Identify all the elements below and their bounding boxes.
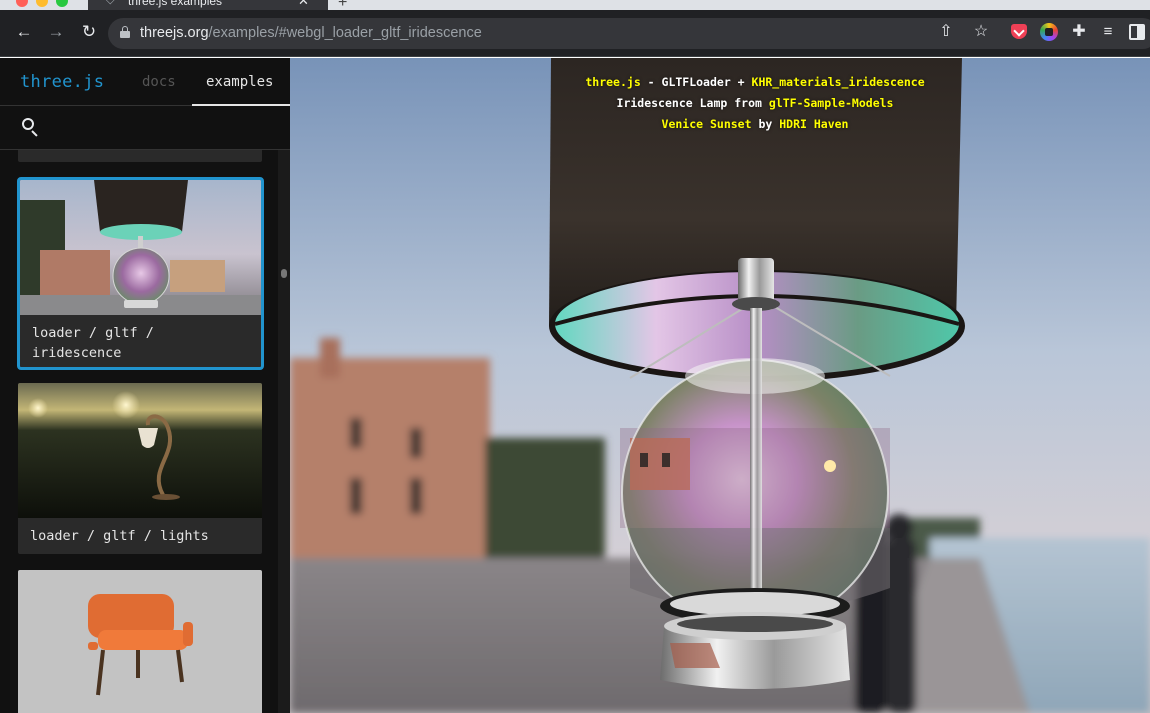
- search-row[interactable]: [0, 106, 290, 150]
- thumbnail-chair: [18, 570, 262, 713]
- venice-sunset-link[interactable]: Venice Sunset: [662, 117, 752, 131]
- threejs-link[interactable]: three.js: [585, 75, 640, 89]
- sample-models-link[interactable]: glTF-Sample-Models: [769, 96, 894, 110]
- zoom-window-button[interactable]: [56, 0, 68, 7]
- favicon-icon: ◇: [106, 0, 115, 6]
- nav-docs[interactable]: docs: [142, 74, 176, 90]
- 3d-viewport[interactable]: three.js - GLTFLoader + KHR_materials_ir…: [290, 58, 1150, 713]
- new-tab-button[interactable]: +: [338, 0, 347, 10]
- url-text[interactable]: threejs.org/examples/#webgl_loader_gltf_…: [140, 25, 482, 41]
- reload-icon[interactable]: ↻: [78, 22, 100, 42]
- browser-tab[interactable]: ◇ three.js examples ✕: [88, 0, 328, 10]
- sidebar-nav: three.js docs examples: [0, 58, 290, 106]
- lock-icon[interactable]: [120, 26, 130, 38]
- info-text: - GLTFLoader +: [640, 75, 752, 89]
- side-panel-icon[interactable]: [1129, 24, 1145, 40]
- list-item[interactable]: [18, 150, 262, 162]
- page: three.js docs examples loader / gltf / i…: [0, 58, 1150, 713]
- browser-toolbar: ← → ↻ threejs.org/examples/#webgl_loader…: [0, 10, 1150, 57]
- thumbnail-iridescence: [20, 180, 261, 315]
- khr-extension-link[interactable]: KHR_materials_iridescence: [752, 75, 925, 89]
- search-icon[interactable]: [22, 118, 40, 137]
- sidebar: three.js docs examples loader / gltf / i…: [0, 58, 290, 713]
- list-item-selected[interactable]: loader / gltf / iridescence: [17, 177, 264, 370]
- share-icon[interactable]: ⇧: [936, 23, 956, 41]
- list-item[interactable]: loader / gltf / lights: [18, 383, 262, 554]
- list-item[interactable]: [18, 570, 262, 713]
- logo[interactable]: three.js: [20, 72, 104, 92]
- sidebar-scroll-handle[interactable]: [281, 269, 287, 278]
- card-label: loader / gltf / iridescence: [32, 325, 154, 361]
- nav-examples[interactable]: examples: [192, 58, 290, 106]
- info-text: Iridescence Lamp from: [616, 96, 769, 110]
- hdri-haven-link[interactable]: HDRI Haven: [779, 117, 848, 131]
- media-icon[interactable]: ≡: [1098, 23, 1118, 41]
- tab-strip: ◇ three.js examples ✕ +: [0, 0, 1150, 10]
- info-text: by: [751, 117, 780, 131]
- thumbnail-lights: [18, 383, 262, 518]
- sidebar-scrollbar[interactable]: [278, 150, 290, 713]
- back-icon[interactable]: ←: [13, 22, 35, 42]
- close-window-button[interactable]: [16, 0, 28, 7]
- minimize-window-button[interactable]: [36, 0, 48, 7]
- card-label: loader / gltf / lights: [30, 528, 209, 544]
- puzzle-icon[interactable]: ✚: [1069, 23, 1089, 41]
- forward-icon[interactable]: →: [45, 22, 67, 42]
- tab-close-icon[interactable]: ✕: [298, 0, 309, 9]
- scene-render[interactable]: [290, 58, 1150, 713]
- examples-list: loader / gltf / iridescence loader / glt…: [0, 150, 280, 713]
- extension-ring-icon[interactable]: [1040, 23, 1058, 41]
- info-overlay: three.js - GLTFLoader + KHR_materials_ir…: [290, 72, 1150, 135]
- tab-title: three.js examples: [128, 0, 223, 8]
- address-bar[interactable]: threejs.org/examples/#webgl_loader_gltf_…: [108, 18, 1150, 49]
- star-icon[interactable]: ☆: [971, 23, 991, 41]
